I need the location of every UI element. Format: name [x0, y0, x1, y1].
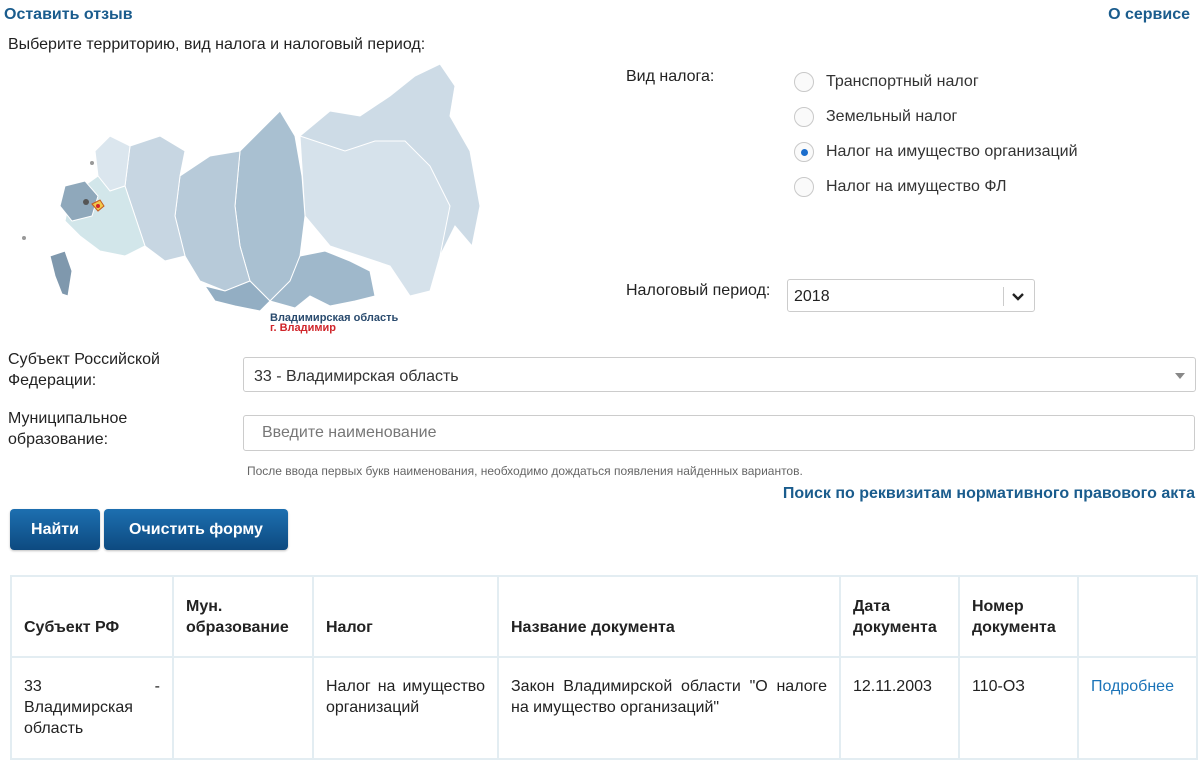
municipality-label-line2: образование:	[8, 431, 109, 448]
header-doc-name: Название документа	[497, 575, 841, 658]
russia-map-svg[interactable]	[10, 56, 490, 346]
map-island-dot	[22, 236, 26, 240]
radio-land-tax[interactable]: Земельный налог	[794, 107, 957, 127]
radio-label: Налог на имущество ФЛ	[826, 178, 1007, 195]
cell-subject: 33 - Владимирская область	[10, 656, 174, 760]
header-doc-date: Дата документа	[839, 575, 960, 658]
municipality-input[interactable]	[243, 415, 1195, 451]
chevron-down-icon[interactable]	[1010, 287, 1026, 305]
header-doc-number: Номер документа	[958, 575, 1079, 658]
header-tax: Налог	[312, 575, 499, 658]
results-table: Субъект РФ Мун. образование Налог Назван…	[10, 575, 1198, 760]
about-service-link[interactable]: О сервисе	[1108, 6, 1190, 24]
russia-map[interactable]	[10, 56, 490, 346]
header-subject: Субъект РФ	[10, 575, 174, 658]
radio-label: Налог на имущество организаций	[826, 143, 1078, 160]
details-link[interactable]: Подробнее	[1091, 678, 1174, 695]
map-city-dot	[96, 204, 100, 208]
search-by-requisites-link[interactable]: Поиск по реквизитам нормативного правово…	[783, 485, 1195, 503]
cell-more: Подробнее	[1077, 656, 1198, 760]
radio-transport-tax[interactable]: Транспортный налог	[794, 72, 979, 92]
dropdown-arrow-icon[interactable]	[1175, 373, 1185, 379]
intro-text: Выберите территорию, вид налога и налого…	[8, 36, 426, 53]
radio-label: Земельный налог	[826, 108, 958, 125]
subject-label-line1: Субъект Российской	[8, 351, 160, 368]
radio-button[interactable]	[794, 107, 814, 127]
map-moscow-dot	[83, 199, 89, 205]
municipality-label: Муниципальное образование:	[8, 408, 127, 450]
cell-municipality	[172, 656, 314, 760]
municipality-hint: После ввода первых букв наименования, не…	[247, 464, 803, 478]
radio-button-checked[interactable]	[794, 142, 814, 162]
cell-doc-name: Закон Владимирской области "О налоге на …	[497, 656, 841, 760]
municipality-label-line1: Муниципальное	[8, 410, 128, 427]
map-island-dot-2	[90, 161, 94, 165]
subject-select[interactable]: 33 - Владимирская область	[243, 357, 1196, 392]
radio-property-person-tax[interactable]: Налог на имущество ФЛ	[794, 177, 1006, 197]
feedback-link[interactable]: Оставить отзыв	[4, 6, 133, 24]
subject-select-value: 33 - Владимирская область	[254, 368, 459, 385]
radio-button[interactable]	[794, 72, 814, 92]
map-city-caption: г. Владимир	[270, 322, 337, 334]
subject-label: Субъект Российской Федерации:	[8, 349, 160, 391]
tax-period-label: Налоговый период:	[626, 282, 771, 299]
subject-label-line2: Федерации:	[8, 372, 97, 389]
table-row: 33 - Владимирская область Налог на имуще…	[10, 656, 1198, 760]
table-header-row: Субъект РФ Мун. образование Налог Назван…	[10, 575, 1198, 658]
radio-property-org-tax[interactable]: Налог на имущество организаций	[794, 142, 1078, 162]
cell-doc-date: 12.11.2003	[839, 656, 960, 760]
select-divider	[1003, 287, 1004, 306]
map-region-south[interactable]	[49, 250, 73, 297]
tax-type-label: Вид налога:	[626, 68, 715, 85]
cell-tax: Налог на имущество организаций	[312, 656, 499, 760]
radio-button[interactable]	[794, 177, 814, 197]
radio-label: Транспортный налог	[826, 73, 979, 90]
tax-period-value: 2018	[794, 288, 830, 305]
header-municipality: Мун. образование	[172, 575, 314, 658]
cell-doc-number: 110-ОЗ	[958, 656, 1079, 760]
header-actions	[1077, 575, 1198, 658]
clear-form-button[interactable]: Очистить форму	[104, 509, 288, 550]
find-button[interactable]: Найти	[10, 509, 100, 550]
tax-period-select[interactable]: 2018	[787, 279, 1035, 312]
